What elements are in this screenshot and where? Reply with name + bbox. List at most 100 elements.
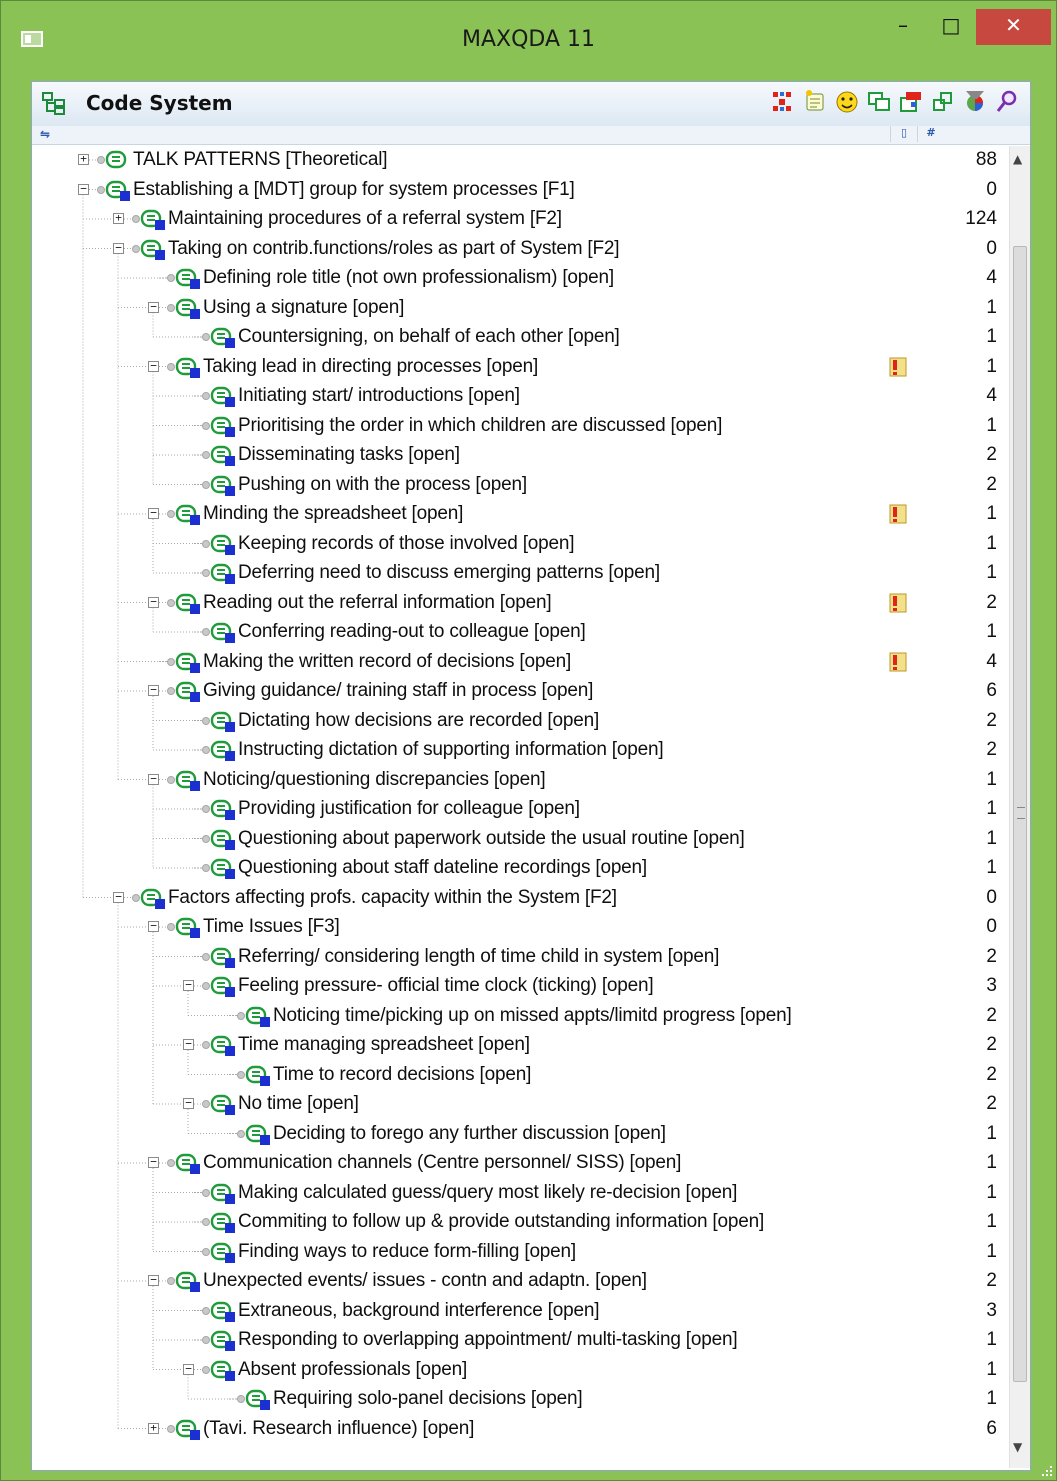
tree-row[interactable]: − No time [open] 2 — [32, 1090, 1007, 1120]
code-label[interactable]: Questioning about paperwork outside the … — [238, 828, 745, 850]
activate-icon[interactable] — [898, 88, 924, 116]
code-label[interactable]: Instructing dictation of supporting info… — [238, 739, 664, 761]
tree-row[interactable]: + TALK PATTERNS [Theoretical] 88 — [32, 146, 1007, 176]
activation-dot-icon[interactable] — [202, 1247, 210, 1256]
activation-dot-icon[interactable] — [167, 362, 175, 371]
column-count-header[interactable]: # — [916, 126, 946, 142]
tree-row[interactable]: Time to record decisions [open] 2 — [32, 1061, 1007, 1091]
activation-dot-icon[interactable] — [202, 864, 210, 872]
activation-dot-icon[interactable] — [202, 451, 210, 459]
code-label[interactable]: Making calculated guess/query most likel… — [238, 1182, 737, 1204]
tree-row[interactable]: − Taking lead in directing processes [ope… — [32, 353, 1007, 383]
tree-row[interactable]: − Giving guidance/ training staff in proc… — [32, 677, 1007, 707]
tree-row[interactable]: Keeping records of those involved [open]… — [32, 530, 1007, 560]
activation-dot-icon[interactable] — [202, 1100, 210, 1108]
tree-row[interactable]: Responding to overlapping appointment/ m… — [32, 1326, 1007, 1356]
activation-dot-icon[interactable] — [167, 923, 175, 931]
activation-dot-icon[interactable] — [167, 657, 175, 666]
activation-dot-icon[interactable] — [97, 185, 105, 194]
code-label[interactable]: Deferring need to discuss emerging patte… — [238, 562, 660, 584]
activation-dot-icon[interactable] — [167, 1424, 175, 1433]
vertical-scrollbar[interactable]: ▲ ▼ — [1009, 146, 1030, 1468]
code-label[interactable]: Establishing a [MDT] group for system pr… — [133, 179, 575, 201]
activation-dot-icon[interactable] — [202, 569, 210, 577]
code-label[interactable]: Communication channels (Centre personnel… — [203, 1152, 681, 1174]
activation-dot-icon[interactable] — [167, 303, 175, 312]
tree-row[interactable]: − Absent professionals [open] 1 — [32, 1356, 1007, 1386]
tree-row[interactable]: − Establishing a [MDT] group for system p… — [32, 176, 1007, 206]
code-label[interactable]: Noticing/questioning discrepancies [open… — [203, 769, 546, 791]
code-label[interactable]: Reading out the referral information [op… — [203, 592, 552, 614]
code-label[interactable]: Unexpected events/ issues - contn and ad… — [203, 1270, 647, 1292]
code-label[interactable]: Requiring solo-panel decisions [open] — [273, 1388, 583, 1410]
tree-row[interactable]: − Time managing spreadsheet [open] 2 — [32, 1031, 1007, 1061]
activation-dot-icon[interactable] — [202, 1188, 210, 1197]
code-label[interactable]: Keeping records of those involved [open] — [238, 533, 575, 555]
activation-dot-icon[interactable] — [132, 893, 140, 902]
collapse-icon[interactable]: − — [148, 1274, 159, 1286]
collapse-icon[interactable]: − — [148, 360, 159, 372]
activation-dot-icon[interactable] — [97, 156, 105, 164]
code-label[interactable]: Disseminating tasks [open] — [238, 444, 460, 466]
tree-row[interactable]: Deciding to forego any further discussio… — [32, 1120, 1007, 1150]
code-label[interactable]: Prioritising the order in which children… — [238, 415, 722, 437]
tree-row[interactable]: − Reading out the referral information [o… — [32, 589, 1007, 619]
tree-row[interactable]: − Factors affecting profs. capacity withi… — [32, 884, 1007, 914]
maximize-button[interactable]: □ — [929, 9, 973, 45]
tree-row[interactable]: − Unexpected events/ issues - contn and a… — [32, 1267, 1007, 1297]
collapse-icon[interactable]: − — [148, 684, 159, 696]
code-label[interactable]: Extraneous, background interference [ope… — [238, 1300, 599, 1322]
code-label[interactable]: (Tavi. Research influence) [open] — [203, 1418, 474, 1440]
emoticode-icon[interactable] — [834, 88, 860, 116]
code-label[interactable]: Feeling pressure- official time clock (t… — [238, 975, 654, 997]
activation-dot-icon[interactable] — [167, 1159, 175, 1167]
code-label[interactable]: Noticing time/picking up on missed appts… — [273, 1005, 792, 1027]
tree-row[interactable]: Conferring reading-out to colleague [ope… — [32, 618, 1007, 648]
activation-dot-icon[interactable] — [202, 1336, 210, 1344]
activation-dot-icon[interactable] — [202, 1365, 210, 1374]
collapse-icon[interactable]: − — [113, 242, 124, 254]
activation-dot-icon[interactable] — [202, 834, 210, 843]
activation-dot-icon[interactable] — [202, 805, 210, 813]
code-label[interactable]: TALK PATTERNS [Theoretical] — [133, 149, 388, 171]
code-label[interactable]: Pushing on with the process [open] — [238, 474, 527, 496]
tree-row[interactable]: − Minding the spreadsheet [open] 1 — [32, 500, 1007, 530]
tree-row[interactable]: Prioritising the order in which children… — [32, 412, 1007, 442]
code-memo-icon[interactable] — [888, 356, 908, 378]
activation-dot-icon[interactable] — [167, 1277, 175, 1285]
tree-view-icon[interactable]: ⇋ — [40, 127, 50, 141]
collapse-icon[interactable]: − — [78, 183, 89, 195]
code-label[interactable]: Factors affecting profs. capacity within… — [168, 887, 617, 909]
activation-dot-icon[interactable] — [237, 1070, 245, 1079]
tree-row[interactable]: Making the written record of decisions [… — [32, 648, 1007, 678]
activation-dot-icon[interactable] — [167, 687, 175, 695]
code-label[interactable]: Absent professionals [open] — [238, 1359, 467, 1381]
tree-row[interactable]: Deferring need to discuss emerging patte… — [32, 559, 1007, 589]
collapse-icon[interactable]: − — [148, 1156, 159, 1168]
color-filter-icon[interactable] — [962, 88, 988, 116]
tree-row[interactable]: Commiting to follow up & provide outstan… — [32, 1208, 1007, 1238]
collapse-icon[interactable]: − — [183, 1097, 194, 1109]
code-label[interactable]: Making the written record of decisions [… — [203, 651, 571, 673]
activation-dot-icon[interactable] — [167, 510, 175, 518]
tree-row[interactable]: Countersigning, on behalf of each other … — [32, 323, 1007, 353]
code-map-icon[interactable] — [770, 88, 796, 116]
code-label[interactable]: Time Issues [F3] — [203, 916, 340, 938]
activation-dot-icon[interactable] — [202, 716, 210, 725]
code-label[interactable]: Taking lead in directing processes [open… — [203, 356, 538, 378]
activation-dot-icon[interactable] — [202, 421, 210, 430]
tree-row[interactable]: Extraneous, background interference [ope… — [32, 1297, 1007, 1327]
code-label[interactable]: Minding the spreadsheet [open] — [203, 503, 463, 525]
collapse-icon[interactable]: − — [183, 1363, 194, 1375]
activation-dot-icon[interactable] — [202, 1218, 210, 1226]
activation-dot-icon[interactable] — [202, 628, 210, 636]
code-label[interactable]: Responding to overlapping appointment/ m… — [238, 1329, 738, 1351]
expand-icon[interactable]: + — [148, 1422, 159, 1434]
tree-row[interactable]: Finding ways to reduce form-filling [ope… — [32, 1238, 1007, 1268]
tree-row[interactable]: Noticing time/picking up on missed appts… — [32, 1002, 1007, 1032]
tree-row[interactable]: + (Tavi. Research influence) [open] 6 — [32, 1415, 1007, 1445]
code-memo-icon[interactable] — [888, 592, 908, 614]
tree-row[interactable]: − Noticing/questioning discrepancies [ope… — [32, 766, 1007, 796]
activation-dot-icon[interactable] — [167, 775, 175, 784]
tree-row[interactable]: Questioning about paperwork outside the … — [32, 825, 1007, 855]
